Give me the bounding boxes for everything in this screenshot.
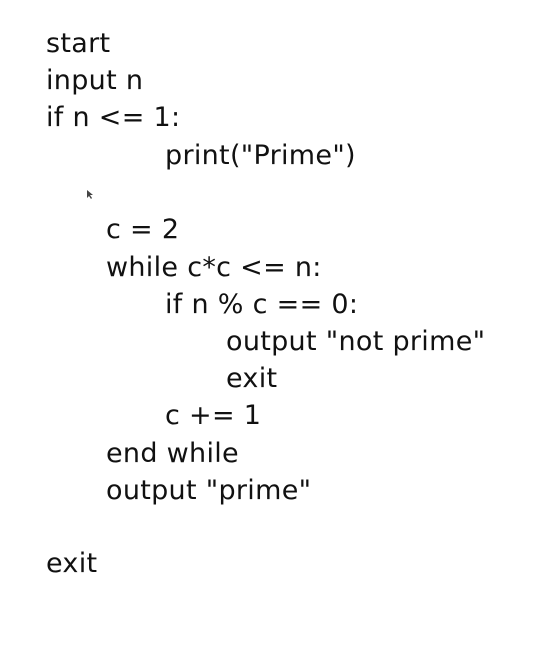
code-line-print-prime: print("Prime") xyxy=(165,140,356,171)
code-line-if-check: if n <= 1: xyxy=(46,102,181,133)
code-line-if-divisible: if n % c == 0: xyxy=(165,289,359,320)
code-line-init-c: c = 2 xyxy=(106,214,180,245)
code-line-output-prime: output "prime" xyxy=(106,475,312,506)
mouse-pointer-icon xyxy=(87,190,93,199)
code-line-output-not-prime: output "not prime" xyxy=(226,326,486,357)
code-line-exit-inner: exit xyxy=(226,363,278,394)
whiteboard-canvas[interactable]: start input n if n <= 1: print("Prime") … xyxy=(0,0,558,646)
code-line-while: while c*c <= n: xyxy=(106,252,322,283)
code-line-exit: exit xyxy=(46,548,98,579)
code-line-input: input n xyxy=(46,65,144,96)
code-line-end-while: end while xyxy=(106,438,239,469)
code-line-increment: c += 1 xyxy=(165,400,262,431)
code-line-start: start xyxy=(46,28,111,59)
